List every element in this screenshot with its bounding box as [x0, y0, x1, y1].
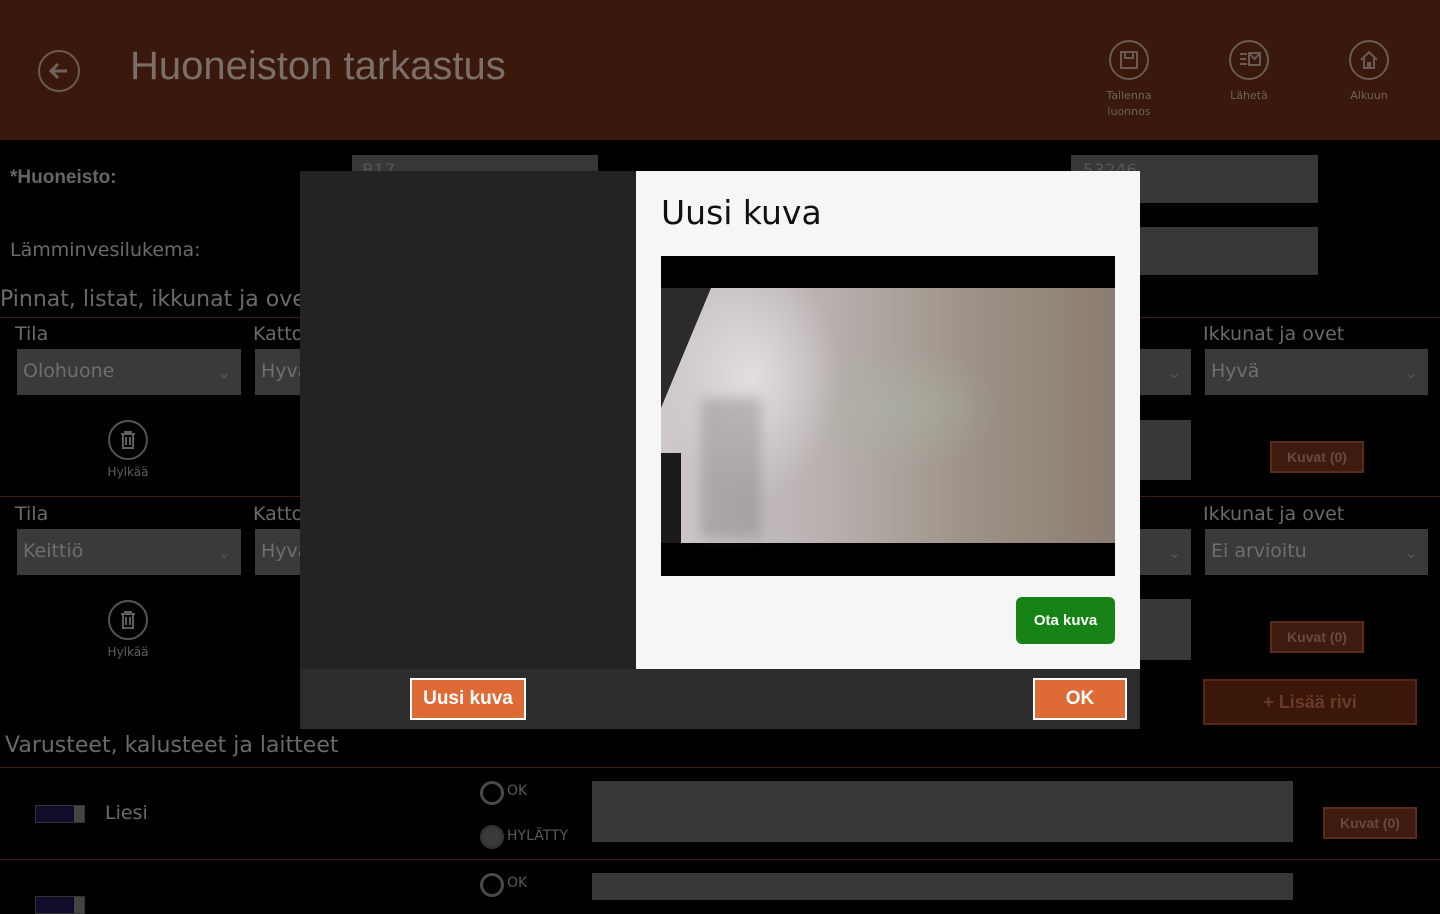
back-button[interactable]: [38, 50, 80, 92]
room-value: Keittiö: [23, 540, 84, 562]
room-label: Tila: [15, 503, 49, 525]
equipment-checkbox[interactable]: [35, 805, 85, 823]
home-label: Alkuun: [1350, 89, 1388, 102]
radio-ok-label: OK: [507, 875, 528, 891]
equipment-name: Liesi: [105, 802, 148, 824]
equipment-checkbox[interactable]: [35, 896, 85, 914]
room-select[interactable]: Olohuone ⌄: [17, 349, 241, 395]
ceiling-label: Katto: [253, 323, 304, 345]
chevron-down-icon: ⌄: [217, 363, 231, 382]
page-title: Huoneiston tarkastus: [130, 44, 506, 88]
photo-list-panel: [300, 171, 636, 669]
section-equipment-title: Varusteet, kalusteet ja laitteet: [5, 733, 339, 758]
hot-water-label: Lämminvesilukema:: [10, 239, 201, 261]
send-button[interactable]: Lähetä: [1189, 40, 1309, 104]
dialog-title: Uusi kuva: [661, 193, 822, 232]
delete-row-button[interactable]: [108, 600, 148, 640]
windows-select[interactable]: Ei arvioitu ⌄: [1205, 529, 1428, 575]
equipment-notes-field[interactable]: [592, 873, 1293, 900]
radio-ok[interactable]: [480, 873, 504, 897]
camera-preview[interactable]: [661, 256, 1115, 576]
room-value: Olohuone: [23, 360, 115, 382]
windows-label: Ikkunat ja ovet: [1203, 323, 1345, 345]
add-row-button[interactable]: + Lisää rivi: [1203, 679, 1417, 725]
photos-button[interactable]: Kuvat (0): [1270, 621, 1364, 653]
delete-label: Hylkää: [107, 465, 149, 479]
new-photo-button[interactable]: Uusi kuva: [410, 678, 526, 720]
save-icon: [1120, 51, 1138, 69]
divider: [0, 859, 1440, 860]
trash-icon: [121, 431, 135, 449]
save-draft-label: Tallenna luonnos: [1106, 89, 1152, 118]
divider: [0, 767, 1440, 768]
photos-button[interactable]: Kuvat (0): [1323, 807, 1417, 839]
home-button[interactable]: Alkuun: [1309, 40, 1429, 104]
windows-label: Ikkunat ja ovet: [1203, 503, 1345, 525]
windows-select[interactable]: Hyvä ⌄: [1205, 349, 1428, 395]
ceiling-label: Katto: [253, 503, 304, 525]
save-draft-button[interactable]: Tallenna luonnos: [1069, 40, 1189, 120]
radio-rejected-label: HYLÄTTY: [507, 828, 569, 844]
ok-button[interactable]: OK: [1033, 678, 1127, 720]
room-select[interactable]: Keittiö ⌄: [17, 529, 241, 575]
send-mail-icon: [1240, 52, 1261, 66]
home-icon: [1360, 50, 1378, 69]
radio-ok-label: OK: [507, 783, 528, 799]
chevron-down-icon: ⌄: [1167, 363, 1181, 382]
apartment-label: *Huoneisto:: [10, 167, 117, 188]
chevron-down-icon: ⌄: [1404, 363, 1418, 382]
delete-label: Hylkää: [107, 645, 149, 659]
camera-feed: [661, 288, 1115, 543]
chevron-down-icon: ⌄: [1404, 543, 1418, 562]
radio-rejected[interactable]: [480, 825, 504, 849]
section-surfaces-title: Pinnat, listat, ikkunat ja ovet: [0, 287, 315, 312]
photos-button[interactable]: Kuvat (0): [1270, 441, 1364, 473]
send-label: Lähetä: [1230, 89, 1268, 102]
chevron-down-icon: ⌄: [217, 543, 231, 562]
trash-icon: [121, 611, 135, 629]
arrow-left-icon: [48, 62, 67, 80]
room-label: Tila: [15, 323, 49, 345]
chevron-down-icon: ⌄: [1167, 543, 1181, 562]
delete-row-button[interactable]: [108, 420, 148, 460]
equipment-notes-field[interactable]: [592, 781, 1293, 842]
windows-value: Ei arvioitu: [1211, 540, 1307, 562]
windows-value: Hyvä: [1211, 360, 1260, 382]
radio-ok[interactable]: [480, 781, 504, 805]
take-photo-button[interactable]: Ota kuva: [1016, 597, 1115, 644]
